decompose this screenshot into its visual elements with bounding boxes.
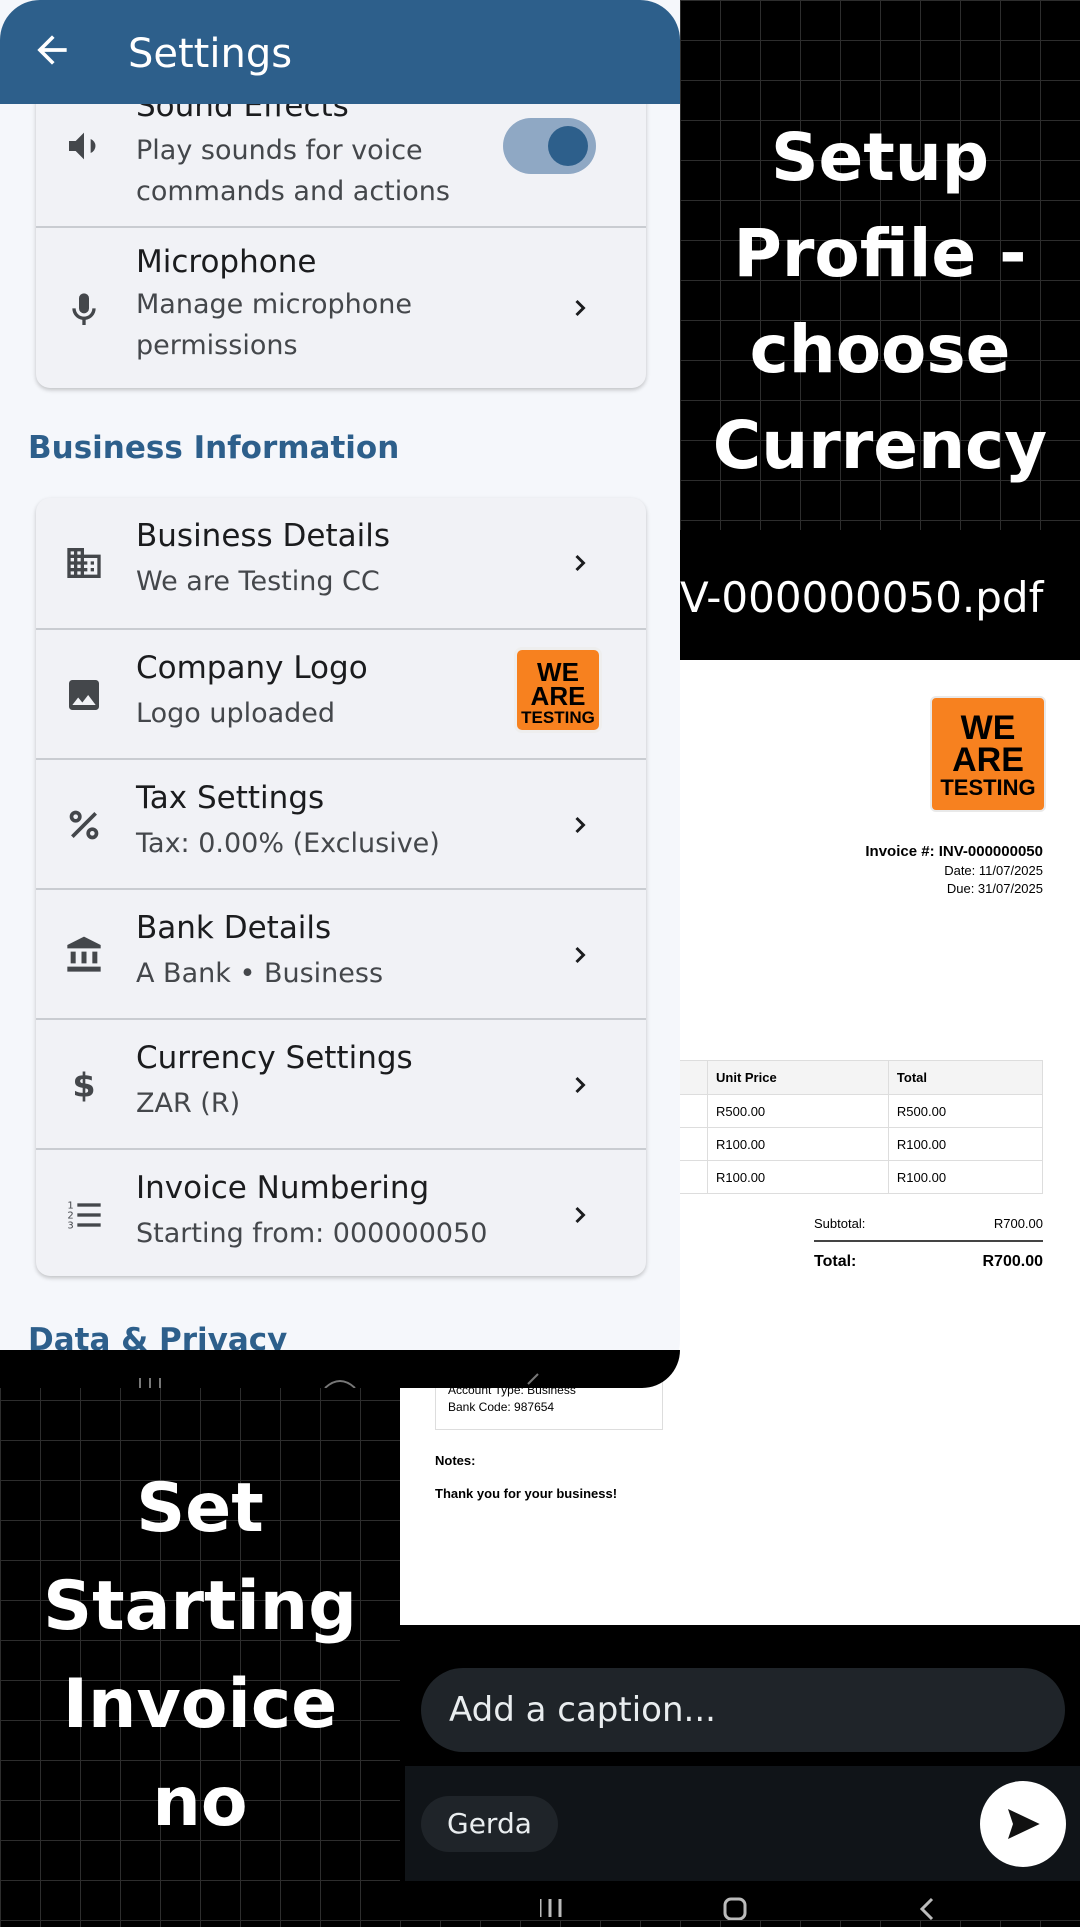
- table-row: R100.00 R100.00: [650, 1160, 1044, 1194]
- system-nav-bar: [538, 1895, 940, 1927]
- invoice-due-date: Due: 31/07/2025: [946, 881, 1043, 896]
- app-bar: Settings: [0, 0, 680, 104]
- settings-screen: Sound Effects Play sounds for voice comm…: [0, 0, 680, 1388]
- caption-input[interactable]: Add a caption...: [421, 1668, 1065, 1752]
- chevron-right-icon: [575, 946, 586, 964]
- chevron-right-icon: [575, 1206, 586, 1224]
- page-title: Settings: [128, 31, 293, 77]
- notes-label: Notes:: [435, 1453, 476, 1468]
- chevron-right-icon: [575, 299, 586, 317]
- overlay-title-invoice: Set Starting Invoice no: [43, 1469, 357, 1842]
- svg-text:3: 3: [67, 1220, 73, 1231]
- section-business-information: Business Information: [28, 430, 400, 466]
- chevron-right-icon: [575, 554, 586, 572]
- percent-icon: [69, 810, 99, 840]
- send-icon: [1008, 1809, 1040, 1839]
- settings-item-invoice-numbering[interactable]: 123 Invoice Numbering Starting from: 000…: [36, 1148, 646, 1276]
- numbered-list-icon: 123: [67, 1200, 101, 1231]
- settings-item-business-details[interactable]: Business Details We are Testing CC: [36, 498, 646, 628]
- chevron-right-icon: [575, 1076, 586, 1094]
- invoice-logo: WE ARE TESTING: [930, 696, 1046, 812]
- phone-bottom-nav: [0, 1350, 680, 1389]
- dollar-icon: $: [72, 1066, 95, 1105]
- table-row: R100.00 R100.00: [650, 1127, 1044, 1161]
- settings-item-microphone[interactable]: Microphone Manage microphone permissions: [36, 226, 646, 388]
- recipient-chip[interactable]: Gerda: [421, 1796, 558, 1852]
- invoice-meta: Invoice #: INV-000000050 Date: 11/07/202…: [760, 842, 1043, 898]
- settings-item-tax[interactable]: Tax Settings Tax: 0.00% (Exclusive): [36, 758, 646, 888]
- back-arrow-icon[interactable]: [30, 28, 74, 72]
- company-logo-thumbnail[interactable]: WE ARE TESTING: [514, 647, 602, 733]
- notes-text: Thank you for your business!: [435, 1486, 618, 1501]
- svg-text:$: $: [72, 1066, 95, 1105]
- volume-icon: [69, 132, 96, 160]
- invoice-date: Date: 11/07/2025: [944, 863, 1043, 878]
- invoice-totals: Subtotal: R700.00 Total: R700.00: [814, 1212, 1043, 1274]
- subtotal-value: R700.00: [993, 1216, 1043, 1231]
- sound-effects-toggle[interactable]: [503, 118, 596, 174]
- microphone-icon: [72, 293, 96, 325]
- settings-card-general: Sound Effects Play sounds for voice comm…: [36, 70, 646, 388]
- business-icon: [67, 548, 101, 578]
- overlay-title-currency: Setup Profile - choose Currency: [712, 119, 1048, 484]
- settings-card-business: Business Details We are Testing CC Compa…: [36, 498, 646, 1276]
- settings-item-bank[interactable]: Bank Details A Bank • Business: [36, 888, 646, 1018]
- image-icon: [69, 680, 99, 710]
- chevron-right-icon: [575, 816, 586, 834]
- total-label: Total:: [814, 1253, 857, 1270]
- send-button[interactable]: [980, 1781, 1066, 1867]
- total-value: R700.00: [982, 1253, 1044, 1270]
- settings-item-currency[interactable]: $ Currency Settings ZAR (R): [36, 1018, 646, 1148]
- table-header-unit-price: Unit Price: [707, 1060, 889, 1095]
- table-row: R500.00 R500.00: [650, 1094, 1044, 1128]
- file-name: V-000000050.pdf: [680, 535, 1080, 660]
- table-header-total: Total: [887, 1060, 1044, 1095]
- bank-icon: [67, 936, 101, 972]
- invoice-items-table: Unit Price Total R500.00 R500.00 R100.00 R…: [650, 1060, 1044, 1194]
- invoice-number: Invoice #: INV-000000050: [865, 843, 1043, 860]
- subtotal-label: Subtotal:: [814, 1216, 866, 1231]
